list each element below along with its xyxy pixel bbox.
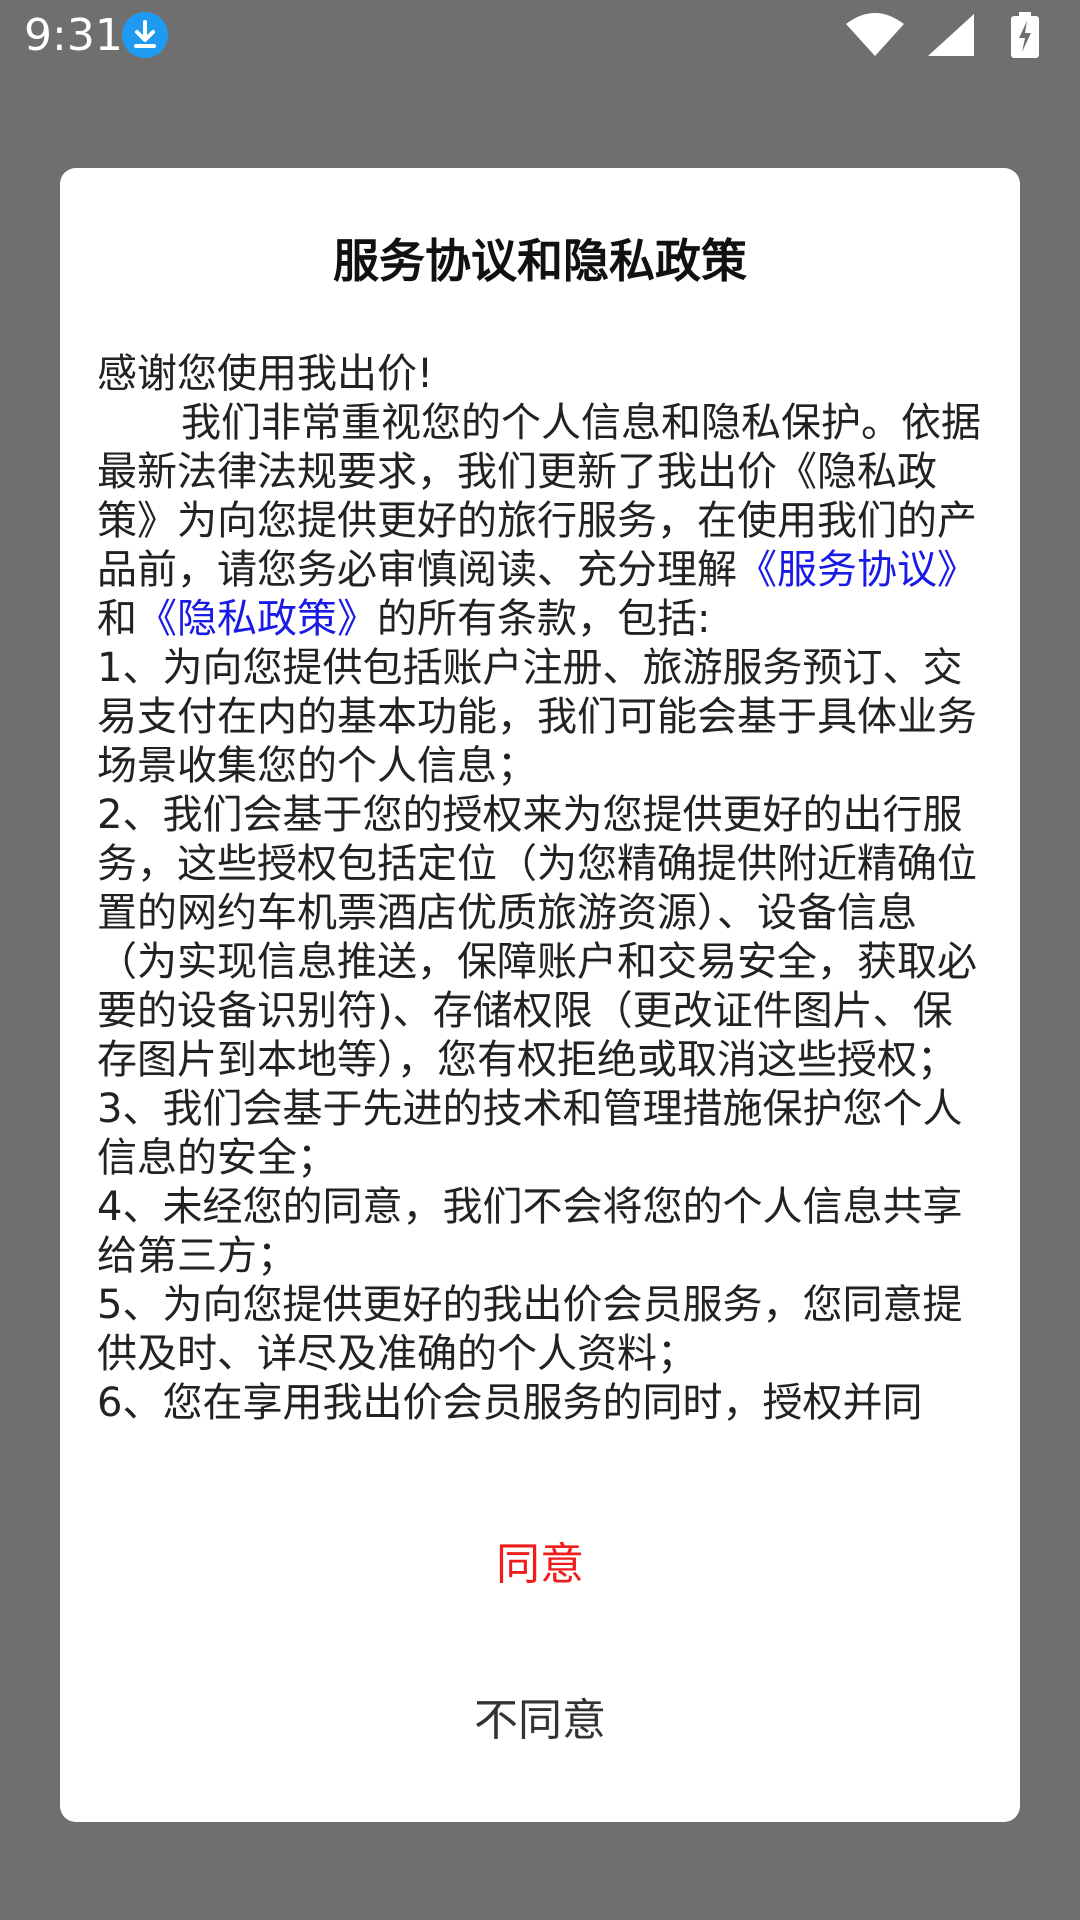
disagree-button[interactable]: 不同意 xyxy=(60,1666,1020,1776)
list-item: 6、您在享用我出价会员服务的同时，授权并同 xyxy=(97,1380,923,1426)
privacy-policy-link[interactable]: 《隐私政策》 xyxy=(137,596,377,642)
status-icons xyxy=(844,10,1064,62)
list-item: 2、我们会基于您的授权来为您提供更好的出行服务，这些授权包括定位（为您精确提供附… xyxy=(97,792,977,1083)
wifi-icon xyxy=(846,13,904,56)
dialog-body[interactable]: 感谢您使用我出价! 我们非常重视您的个人信息和隐私保护。依据最新法律法规要求，我… xyxy=(97,350,987,1476)
list-item: 4、未经您的同意，我们不会将您的个人信息共享给第三方； xyxy=(97,1184,963,1279)
status-bar: 9:31 xyxy=(0,0,1080,72)
cell-signal-icon xyxy=(928,14,974,56)
list-item: 1、为向您提供包括账户注册、旅游服务预订、交易支付在内的基本功能，我们可能会基于… xyxy=(97,645,977,789)
conjunction-text: 和 xyxy=(97,596,137,642)
agree-button[interactable]: 同意 xyxy=(60,1510,1020,1620)
service-agreement-link[interactable]: 《服务协议》 xyxy=(737,547,977,593)
dialog-title: 服务协议和隐私政策 xyxy=(333,234,747,288)
list-item: 5、为向您提供更好的我出价会员服务，您同意提供及时、详尽及准确的个人资料； xyxy=(97,1282,963,1377)
intro-paragraph: 我们非常重视您的个人信息和隐私保护。依据最新法律法规要求，我们更新了我出价《隐私… xyxy=(97,399,987,644)
greeting: 感谢您使用我出价! xyxy=(97,351,434,397)
download-icon xyxy=(122,12,168,58)
list-item: 3、我们会基于先进的技术和管理措施保护您个人信息的安全； xyxy=(97,1086,963,1181)
status-time: 9:31 xyxy=(24,10,123,61)
battery-charging-icon xyxy=(1011,12,1039,58)
intro-post-text: 的所有条款，包括: xyxy=(377,596,711,642)
